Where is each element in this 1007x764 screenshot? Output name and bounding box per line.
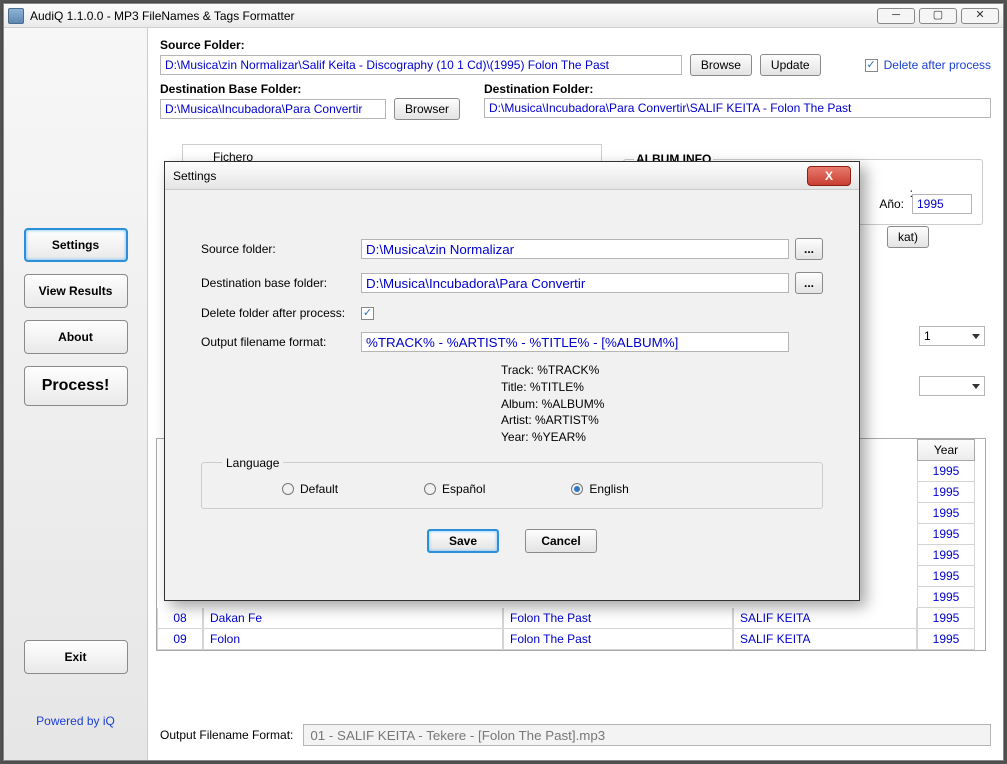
- powered-by-label: Powered by iQ: [36, 714, 115, 728]
- maximize-button[interactable]: ▢: [919, 8, 957, 24]
- lang-es-radio[interactable]: Español: [424, 482, 485, 496]
- dialog-titlebar[interactable]: Settings X: [165, 162, 859, 190]
- app-icon: [8, 8, 24, 24]
- dropdown-1[interactable]: 1: [919, 326, 985, 346]
- source-folder-label: Source Folder:: [160, 38, 991, 52]
- settings-dialog: Settings X Source folder: ... Destinatio…: [164, 161, 860, 601]
- dlg-delete-checkbox[interactable]: ✓: [361, 307, 374, 320]
- dest-base-input[interactable]: [160, 99, 386, 119]
- dropdown-2[interactable]: [919, 376, 985, 396]
- close-icon: X: [825, 169, 833, 183]
- year-cell: 1995: [917, 503, 975, 524]
- year-cell: 1995: [917, 482, 975, 503]
- sidebar: Settings View Results About Process! Exi…: [4, 28, 148, 760]
- chevron-down-icon: [972, 384, 980, 389]
- radio-selected-icon: [571, 483, 583, 495]
- year-cell: 1995: [917, 545, 975, 566]
- titlebar[interactable]: AudiQ 1.1.0.0 - MP3 FileNames & Tags For…: [4, 4, 1003, 28]
- format-hints: Track: %TRACK% Title: %TITLE% Album: %AL…: [501, 362, 823, 446]
- year-column-header[interactable]: Year: [917, 439, 975, 461]
- dlg-format-label: Output filename format:: [201, 335, 361, 349]
- window-title: AudiQ 1.1.0.0 - MP3 FileNames & Tags For…: [30, 9, 295, 23]
- year-cell: 1995: [917, 566, 975, 587]
- output-format-display: [303, 724, 991, 746]
- dlg-source-input[interactable]: [361, 239, 789, 259]
- chevron-down-icon: [972, 334, 980, 339]
- dest-folder-input[interactable]: [484, 98, 991, 118]
- dialog-title: Settings: [173, 169, 216, 183]
- dlg-source-label: Source folder:: [201, 242, 361, 256]
- dropdown-1-value: 1: [924, 329, 931, 343]
- browse-button[interactable]: Browse: [690, 54, 752, 76]
- view-results-button[interactable]: View Results: [24, 274, 128, 308]
- about-button[interactable]: About: [24, 320, 128, 354]
- check-icon: ✓: [865, 59, 878, 72]
- lang-en-radio[interactable]: English: [571, 482, 628, 496]
- lang-default-radio[interactable]: Default: [282, 482, 338, 496]
- source-folder-input[interactable]: [160, 55, 682, 75]
- dialog-close-button[interactable]: X: [807, 166, 851, 186]
- year-input[interactable]: [912, 194, 972, 214]
- update-button[interactable]: Update: [760, 54, 821, 76]
- kat-button[interactable]: kat): [887, 226, 929, 248]
- language-legend: Language: [222, 456, 283, 470]
- table-row[interactable]: 09FolonFolon The PastSALIF KEITA1995: [157, 629, 985, 650]
- radio-icon: [424, 483, 436, 495]
- browser-button[interactable]: Browser: [394, 98, 460, 120]
- process-button[interactable]: Process!: [24, 366, 128, 406]
- output-format-label: Output Filename Format:: [160, 728, 293, 742]
- dlg-dest-input[interactable]: [361, 273, 789, 293]
- dlg-dest-browse-button[interactable]: ...: [795, 272, 823, 294]
- close-button[interactable]: ✕: [961, 8, 999, 24]
- minimize-button[interactable]: ─: [877, 8, 915, 24]
- settings-button[interactable]: Settings: [24, 228, 128, 262]
- year-cell: 1995: [917, 524, 975, 545]
- table-row[interactable]: 08Dakan FeFolon The PastSALIF KEITA1995: [157, 608, 985, 629]
- delete-after-checkbox[interactable]: ✓ Delete after process: [865, 58, 991, 72]
- save-button[interactable]: Save: [427, 529, 499, 553]
- dest-folder-label: Destination Folder:: [484, 82, 991, 96]
- dlg-dest-label: Destination base folder:: [201, 276, 361, 290]
- exit-button[interactable]: Exit: [24, 640, 128, 674]
- language-group: Language Default Español English: [201, 456, 823, 509]
- dlg-delete-label: Delete folder after process:: [201, 306, 361, 320]
- delete-after-label: Delete after process: [884, 58, 991, 72]
- dlg-format-input[interactable]: [361, 332, 789, 352]
- dest-base-label: Destination Base Folder:: [160, 82, 460, 96]
- year-label: Año:: [879, 197, 904, 211]
- year-cell: 1995: [917, 587, 975, 608]
- radio-icon: [282, 483, 294, 495]
- dlg-source-browse-button[interactable]: ...: [795, 238, 823, 260]
- year-cell: 1995: [917, 461, 975, 482]
- cancel-button[interactable]: Cancel: [525, 529, 597, 553]
